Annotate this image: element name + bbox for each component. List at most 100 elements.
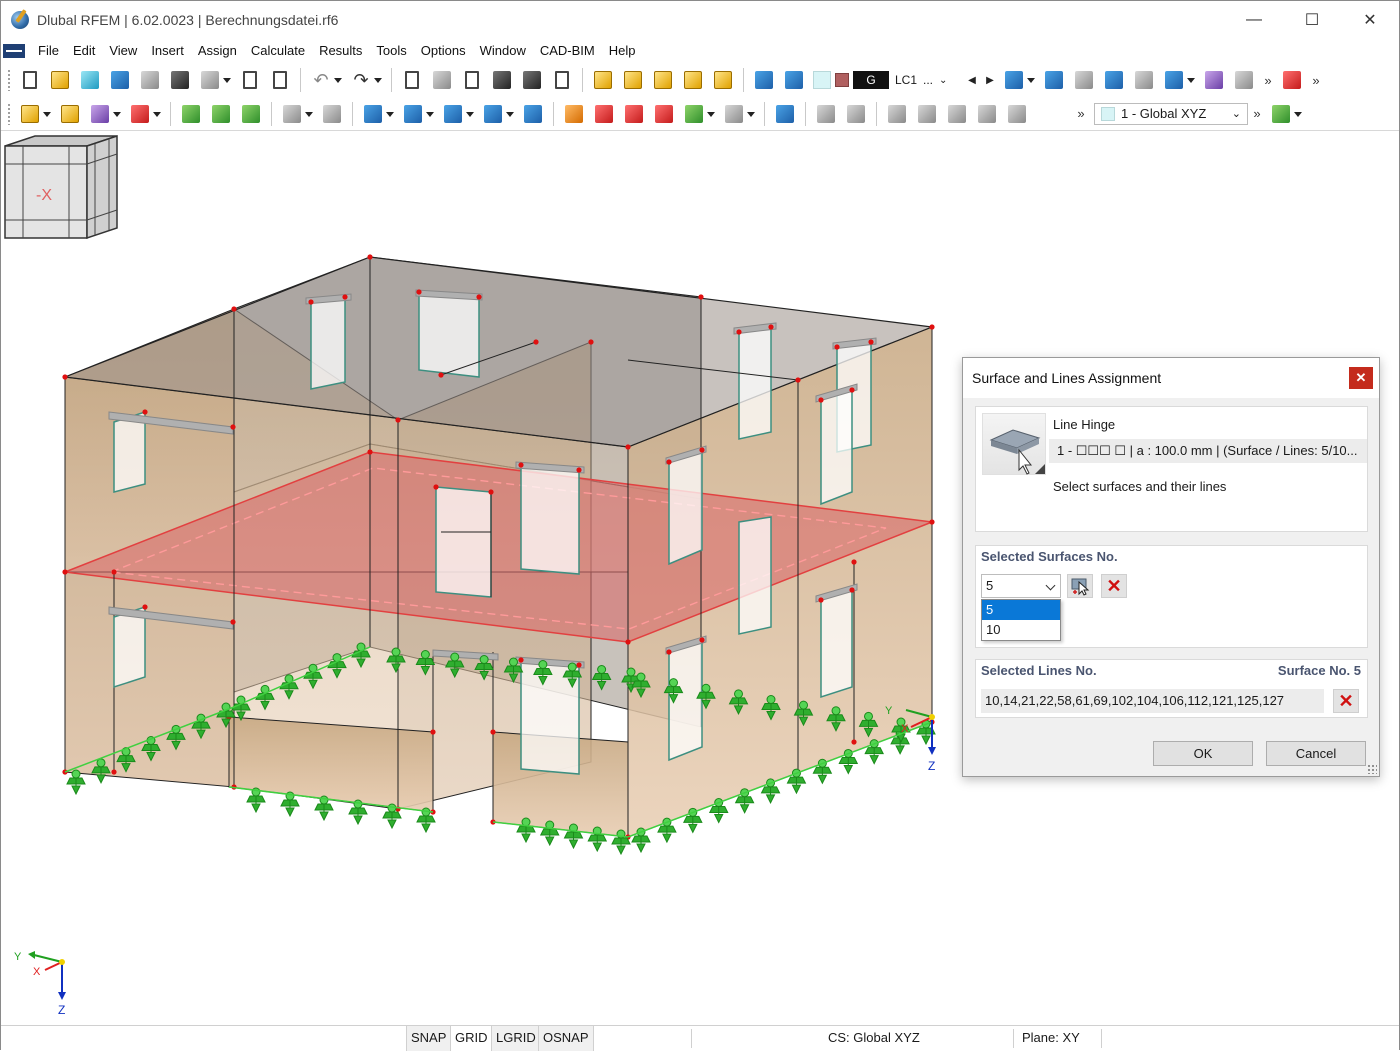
console-icon[interactable] — [489, 67, 515, 93]
nodal-support-icon[interactable] — [178, 101, 204, 127]
comment-icon[interactable] — [680, 67, 706, 93]
support-reactions-icon[interactable] — [1101, 67, 1127, 93]
model-node[interactable] — [230, 424, 236, 430]
document-icon[interactable] — [267, 67, 293, 93]
model-node[interactable] — [430, 729, 436, 735]
menu-view[interactable]: View — [102, 39, 144, 63]
member-load-icon[interactable] — [591, 101, 617, 127]
model-node[interactable] — [818, 597, 824, 603]
result-values-icon[interactable] — [1071, 67, 1097, 93]
model-node[interactable] — [433, 484, 439, 490]
redo-icon[interactable]: ↷ — [348, 67, 382, 93]
dialog-title-bar[interactable]: Surface and Lines Assignment ✕ — [963, 358, 1379, 398]
cloud-icon[interactable] — [77, 67, 103, 93]
model-node[interactable] — [416, 289, 422, 295]
coordinate-system-select[interactable]: 1 - Global XYZ ⌄ — [1094, 102, 1248, 125]
maximize-button[interactable]: ☐ — [1283, 1, 1341, 39]
dialog-close-button[interactable]: ✕ — [1349, 367, 1373, 389]
move-icon[interactable] — [974, 101, 1000, 127]
minimize-button[interactable]: — — [1225, 1, 1283, 39]
model-node[interactable] — [929, 519, 935, 525]
pick-surface-button[interactable] — [1067, 574, 1093, 598]
script-icon[interactable] — [519, 67, 545, 93]
clear-surfaces-button[interactable]: ✕ — [1101, 574, 1127, 598]
table-icon[interactable] — [399, 67, 425, 93]
next-load-case-icon[interactable]: ▶ — [981, 68, 999, 92]
menu-edit[interactable]: Edit — [66, 39, 102, 63]
surface-option[interactable]: 5 — [982, 600, 1060, 620]
new-node-icon[interactable] — [17, 101, 51, 127]
surface-load-icon[interactable] — [400, 101, 434, 127]
grid-toggle[interactable]: GRID — [451, 1026, 492, 1051]
model-node[interactable] — [518, 657, 524, 663]
menu-assign[interactable]: Assign — [191, 39, 244, 63]
panel-icon[interactable] — [549, 67, 575, 93]
solid-view-icon[interactable] — [944, 101, 970, 127]
model-node[interactable] — [142, 604, 148, 610]
model-node[interactable] — [367, 449, 373, 455]
model-node[interactable] — [698, 294, 704, 300]
model-node[interactable] — [849, 387, 855, 393]
load-case-group[interactable]: G — [853, 71, 889, 89]
load-case-name[interactable]: LC1 — [889, 73, 923, 87]
menu-results[interactable]: Results — [312, 39, 369, 63]
new-member-icon[interactable] — [87, 101, 121, 127]
undo-icon[interactable]: ↶ — [308, 67, 342, 93]
previous-load-case-icon[interactable]: ◀ — [963, 68, 981, 92]
text-insert-icon[interactable] — [710, 67, 736, 93]
imposed-load-icon[interactable] — [681, 101, 715, 127]
model-node[interactable] — [231, 306, 237, 312]
nodal-load-icon[interactable] — [561, 101, 587, 127]
toolbar-grip[interactable] — [7, 102, 11, 125]
box-icon[interactable] — [520, 101, 546, 127]
toolbar-overflow-button-4[interactable]: » — [1248, 106, 1266, 121]
target-icon[interactable] — [650, 67, 676, 93]
values-settings-icon[interactable] — [1231, 67, 1257, 93]
model-node[interactable] — [929, 324, 935, 330]
model-node[interactable] — [868, 339, 874, 345]
model-node[interactable] — [230, 619, 236, 625]
menu-help[interactable]: Help — [602, 39, 643, 63]
menu-options[interactable]: Options — [414, 39, 473, 63]
toolbar-overflow-button[interactable]: » — [1259, 73, 1277, 88]
menu-app-icon[interactable] — [3, 44, 25, 58]
print-icon[interactable] — [197, 67, 231, 93]
model-node[interactable] — [62, 569, 68, 575]
result-display-icon[interactable] — [1041, 67, 1067, 93]
line-support-icon[interactable] — [208, 101, 234, 127]
surface-icon[interactable] — [360, 101, 394, 127]
menu-calculate[interactable]: Calculate — [244, 39, 312, 63]
model-node[interactable] — [768, 324, 774, 330]
model-node[interactable] — [488, 489, 494, 495]
model-node[interactable] — [395, 417, 401, 423]
animation-icon[interactable] — [843, 101, 869, 127]
menu-cad-bim[interactable]: CAD-BIM — [533, 39, 602, 63]
new-model-icon[interactable] — [17, 67, 43, 93]
print-preview-icon[interactable] — [137, 67, 163, 93]
model-node[interactable] — [851, 559, 857, 565]
model-node[interactable] — [576, 467, 582, 473]
line-hinge-value[interactable]: 1 - ☐☐☐ ☐ | a : 100.0 mm | (Surface / Li… — [1049, 439, 1367, 463]
clear-lines-button[interactable]: ✕ — [1333, 689, 1359, 713]
filter-funnel-icon[interactable] — [772, 101, 798, 127]
filter-icon[interactable] — [1001, 67, 1035, 93]
osnap-toggle[interactable]: OSNAP — [538, 1026, 594, 1051]
model-node[interactable] — [625, 444, 631, 450]
model-node[interactable] — [699, 637, 705, 643]
model-node[interactable] — [736, 329, 742, 335]
model-node[interactable] — [834, 344, 840, 350]
surface-load-2-icon[interactable] — [651, 101, 677, 127]
model-node[interactable] — [142, 409, 148, 415]
load-case-dropdown[interactable]: ... ⌄ — [923, 73, 963, 87]
model-node[interactable] — [849, 587, 855, 593]
surface-view-icon[interactable] — [914, 101, 940, 127]
new-line-icon[interactable] — [57, 101, 83, 127]
lgrid-toggle[interactable]: LGRID — [491, 1026, 541, 1051]
model-node[interactable] — [588, 339, 594, 345]
selected-lines-field[interactable]: 10,14,21,22,58,61,69,102,104,106,112,121… — [981, 689, 1324, 713]
opening-icon[interactable] — [440, 101, 474, 127]
surface-select[interactable]: 5 — [981, 574, 1061, 598]
model-node[interactable] — [851, 739, 857, 745]
load-arrow-down-icon[interactable] — [781, 67, 807, 93]
menu-window[interactable]: Window — [473, 39, 533, 63]
